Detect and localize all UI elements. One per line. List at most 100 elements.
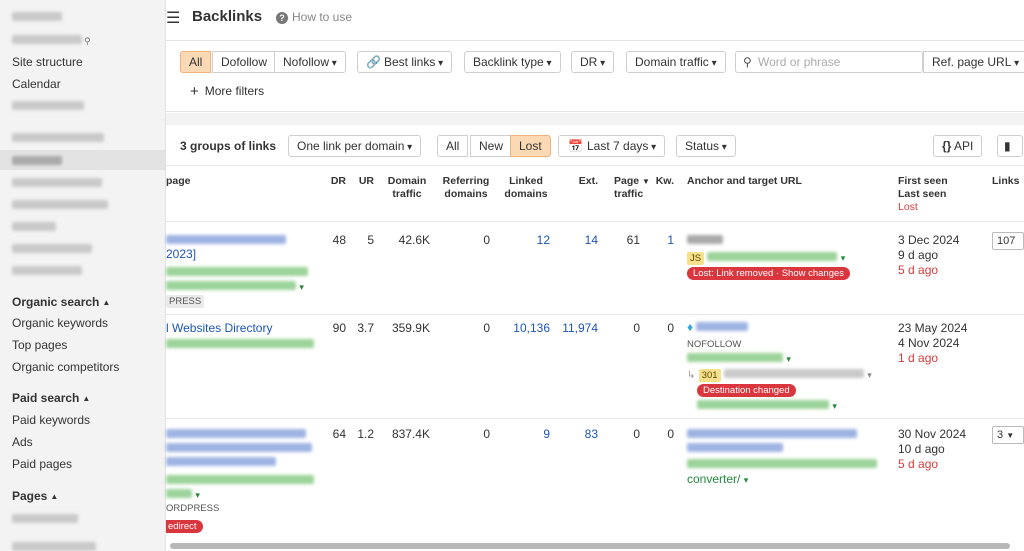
horizontal-scrollbar[interactable] [166, 543, 1024, 549]
anchor-text-redacted [687, 233, 723, 247]
tab-new[interactable]: New [470, 135, 513, 157]
status-pill[interactable]: Lost: Link removed · Show changes [687, 265, 851, 280]
kw-value[interactable]: 1 [650, 233, 674, 247]
best-links-label: Best links [384, 55, 436, 69]
ref-page-title-redacted[interactable] [166, 441, 312, 455]
col-page[interactable]: page [166, 175, 191, 188]
caret-up-icon: ▲ [102, 298, 111, 307]
sidebar-item-organic-keywords[interactable]: Organic keywords [12, 316, 108, 330]
ref-page-title[interactable]: l Websites Directory [166, 321, 272, 335]
links-count-dropdown[interactable]: 3 ▼ [992, 426, 1024, 444]
sidebar-item-redacted[interactable] [12, 540, 96, 551]
col-domain-traffic[interactable]: Domain traffic [382, 175, 432, 201]
target-url-redacted[interactable]: ▾ [697, 398, 837, 412]
sidebar-item-redacted[interactable]: ⚲ [12, 33, 91, 47]
sidebar-item-paid-keywords[interactable]: Paid keywords [12, 413, 90, 427]
ext-value[interactable]: 14 [560, 233, 598, 247]
more-filters-button[interactable]: + More filters [190, 83, 264, 100]
dr-dropdown[interactable]: DR [571, 51, 615, 73]
linked-domains-value[interactable]: 10,136 [502, 321, 550, 335]
col-links[interactable]: Links [992, 175, 1019, 188]
sidebar-section-label: Organic search [12, 295, 100, 309]
sidebar-section-organic-search[interactable]: Organic search ▲ [12, 295, 110, 309]
anchor-url-line[interactable]: JS ▾ [687, 250, 845, 265]
sidebar-item-redacted[interactable] [12, 176, 102, 190]
ref-page-title[interactable]: 2023] [166, 247, 196, 261]
tab-lost[interactable]: Lost [510, 135, 551, 157]
ext-value[interactable]: 11,974 [560, 321, 598, 335]
filter-dofollow-button[interactable]: Dofollow [212, 51, 277, 73]
referring-domains-value: 0 [483, 233, 490, 247]
sidebar-item-paid-pages[interactable]: Paid pages [12, 457, 72, 471]
sidebar-item-redacted[interactable] [12, 99, 84, 113]
tab-all[interactable]: All [437, 135, 469, 157]
redirect-301-tag: 301 [698, 369, 721, 382]
ref-page-url-dropdown[interactable]: Ref. page URL [923, 51, 1024, 73]
page-traffic-value: 0 [633, 427, 640, 441]
ref-page-url-redacted[interactable] [166, 337, 314, 351]
sidebar-item-top-pages[interactable]: Top pages [12, 338, 67, 352]
col-anchor[interactable]: Anchor and target URL [687, 175, 802, 188]
sidebar-section-paid-search[interactable]: Paid search ▲ [12, 391, 90, 405]
target-url-redacted[interactable]: ▾ [687, 351, 791, 365]
col-linked-domains[interactable]: Linked domains [500, 175, 552, 201]
domain-traffic-dropdown[interactable]: Domain traffic [626, 51, 726, 73]
sidebar-item-backlinks-active[interactable] [12, 154, 62, 168]
sidebar-item-redacted[interactable] [12, 512, 78, 526]
search-placeholder: Word or phrase [758, 55, 841, 69]
redirect-line[interactable]: ↳ 301 ▾ [687, 367, 872, 382]
how-to-use-link[interactable]: ? How to use [276, 10, 352, 24]
ext-value[interactable]: 83 [560, 427, 598, 441]
target-url-redacted[interactable] [687, 457, 877, 471]
sidebar-item-calendar[interactable]: Calendar [12, 77, 61, 91]
more-filters-label: More filters [204, 84, 265, 98]
col-label: traffic [614, 188, 644, 200]
links-count-dropdown[interactable]: 107 [992, 232, 1024, 250]
sidebar-item-redacted[interactable] [12, 131, 104, 145]
filter-nofollow-dropdown[interactable]: Nofollow [274, 51, 346, 73]
search-icon: ⚲ [84, 36, 91, 46]
lost-date: 5 d ago [898, 457, 939, 471]
chevron-down-icon: ▾ [840, 253, 846, 263]
linked-domains-value[interactable]: 9 [502, 427, 550, 441]
one-link-per-domain-dropdown[interactable]: One link per domain [288, 135, 422, 157]
ref-page-title-redacted[interactable] [166, 233, 286, 247]
backlink-type-dropdown[interactable]: Backlink type [464, 51, 561, 73]
scrollbar-thumb[interactable] [170, 543, 1010, 549]
sidebar-item-organic-competitors[interactable]: Organic competitors [12, 360, 119, 374]
target-url[interactable]: converter/ ▾ [687, 472, 748, 486]
col-label: Last seen [898, 188, 947, 200]
sidebar-item-site-structure[interactable]: Site structure [12, 55, 83, 69]
status-pill[interactable]: Destination changed [697, 382, 796, 397]
sidebar-item-redacted[interactable] [12, 264, 82, 278]
hamburger-menu-icon[interactable]: ☰ [166, 8, 180, 28]
col-referring-domains[interactable]: Referring domains [438, 175, 494, 201]
sidebar-item-ads[interactable]: Ads [12, 435, 33, 449]
col-kw[interactable]: Kw. [650, 175, 674, 188]
linked-domains-value[interactable]: 12 [502, 233, 550, 247]
api-button[interactable]: {} API [933, 135, 983, 157]
ref-page-title-redacted[interactable] [166, 427, 306, 441]
period-dropdown[interactable]: 📅 Last 7 days [558, 135, 666, 157]
col-dr[interactable]: DR [326, 175, 346, 188]
ref-page-title-redacted[interactable] [166, 455, 276, 469]
filter-all-button[interactable]: All [180, 51, 212, 73]
sidebar-item-redacted[interactable] [12, 242, 92, 256]
best-links-dropdown[interactable]: 🔗 Best links [357, 51, 453, 73]
ref-page-url-redacted[interactable]: ▾ [166, 279, 304, 293]
col-ext[interactable]: Ext. [568, 175, 598, 188]
col-first-last-seen[interactable]: First seen Last seen Lost [898, 175, 948, 214]
col-page-traffic[interactable]: Page ▼ traffic [614, 175, 654, 201]
export-button[interactable]: ▮ [997, 135, 1023, 157]
ref-page-url-redacted[interactable] [166, 473, 314, 487]
col-ur[interactable]: UR [354, 175, 374, 188]
sort-desc-icon: ▼ [642, 177, 650, 186]
search-input[interactable]: ⚲ Word or phrase [735, 51, 923, 73]
ref-page-url-redacted[interactable] [166, 265, 308, 279]
status-dropdown[interactable]: Status [676, 135, 736, 157]
sidebar-section-pages[interactable]: Pages ▲ [12, 489, 58, 503]
sidebar-item-redacted[interactable] [12, 10, 62, 24]
sidebar-item-redacted[interactable] [12, 198, 108, 212]
sidebar-item-redacted[interactable] [12, 220, 56, 234]
ref-page-url-redacted[interactable]: ▾ [166, 487, 200, 501]
